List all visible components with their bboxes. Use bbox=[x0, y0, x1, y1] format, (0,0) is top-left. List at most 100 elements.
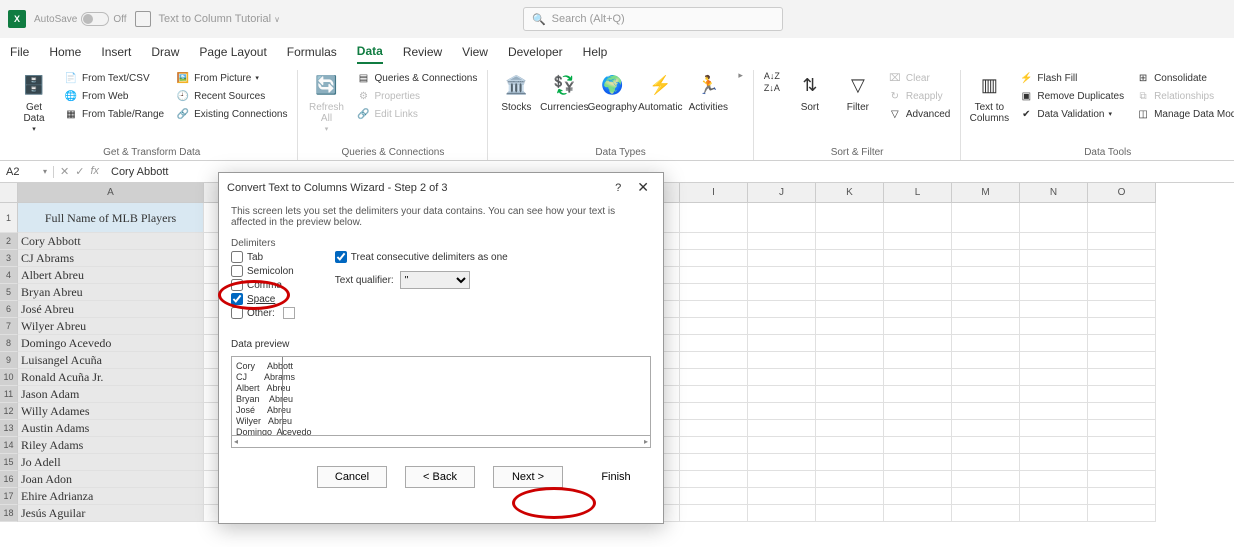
cell[interactable] bbox=[952, 335, 1020, 352]
cell[interactable] bbox=[1020, 284, 1088, 301]
cell[interactable] bbox=[816, 454, 884, 471]
cell[interactable] bbox=[680, 233, 748, 250]
cell[interactable] bbox=[884, 267, 952, 284]
cell[interactable] bbox=[1088, 437, 1156, 454]
cell[interactable] bbox=[1020, 420, 1088, 437]
cell[interactable] bbox=[952, 318, 1020, 335]
name-box[interactable]: A2▾ bbox=[0, 166, 54, 178]
cell[interactable]: Joan Adon bbox=[18, 471, 204, 488]
row-header[interactable]: 14 bbox=[0, 437, 18, 454]
cell[interactable] bbox=[952, 352, 1020, 369]
cell[interactable] bbox=[680, 403, 748, 420]
cell[interactable] bbox=[884, 352, 952, 369]
cell[interactable] bbox=[748, 471, 816, 488]
cell[interactable] bbox=[816, 488, 884, 505]
cell[interactable] bbox=[952, 488, 1020, 505]
sort-button[interactable]: ⇅Sort bbox=[788, 70, 832, 115]
fx-icon[interactable]: fx bbox=[90, 165, 99, 178]
cell[interactable] bbox=[680, 369, 748, 386]
consolidate-button[interactable]: ⊞Consolidate bbox=[1132, 70, 1234, 86]
cell[interactable] bbox=[952, 403, 1020, 420]
cell[interactable] bbox=[816, 386, 884, 403]
cell[interactable] bbox=[1020, 267, 1088, 284]
cell[interactable] bbox=[952, 267, 1020, 284]
cell[interactable] bbox=[952, 505, 1020, 522]
from-web-button[interactable]: 🌐From Web bbox=[60, 88, 168, 104]
data-validation-button[interactable]: ✔Data Validation▾ bbox=[1015, 106, 1128, 122]
cell[interactable] bbox=[952, 284, 1020, 301]
cell[interactable] bbox=[816, 318, 884, 335]
menu-review[interactable]: Review bbox=[403, 41, 442, 63]
from-table-button[interactable]: ▦From Table/Range bbox=[60, 106, 168, 122]
cell[interactable] bbox=[748, 403, 816, 420]
row-header[interactable]: 16 bbox=[0, 471, 18, 488]
cell[interactable] bbox=[1020, 352, 1088, 369]
row-header[interactable]: 2 bbox=[0, 233, 18, 250]
cell[interactable] bbox=[680, 471, 748, 488]
menu-developer[interactable]: Developer bbox=[508, 41, 563, 63]
header-cell[interactable]: Full Name of MLB Players bbox=[18, 203, 204, 233]
menu-page-layout[interactable]: Page Layout bbox=[199, 41, 266, 63]
cell[interactable] bbox=[1020, 437, 1088, 454]
cell[interactable] bbox=[748, 233, 816, 250]
cell[interactable]: Jesús Aguilar bbox=[18, 505, 204, 522]
cell[interactable] bbox=[884, 318, 952, 335]
cell[interactable] bbox=[816, 203, 884, 233]
cell[interactable] bbox=[1088, 301, 1156, 318]
sort-asc-button[interactable]: A↓Z bbox=[760, 70, 784, 82]
cell[interactable] bbox=[952, 301, 1020, 318]
menu-formulas[interactable]: Formulas bbox=[287, 41, 337, 63]
cell[interactable] bbox=[884, 284, 952, 301]
from-picture-button[interactable]: 🖼️From Picture▾ bbox=[172, 70, 291, 86]
menu-data[interactable]: Data bbox=[357, 40, 383, 64]
row-header[interactable]: 5 bbox=[0, 284, 18, 301]
cell[interactable] bbox=[1020, 203, 1088, 233]
row-header[interactable]: 6 bbox=[0, 301, 18, 318]
cell[interactable] bbox=[816, 437, 884, 454]
cell[interactable] bbox=[816, 403, 884, 420]
cell[interactable]: Ronald Acuña Jr. bbox=[18, 369, 204, 386]
cell[interactable] bbox=[1088, 505, 1156, 522]
row-header[interactable]: 1 bbox=[0, 203, 18, 233]
autosave-toggle[interactable] bbox=[81, 12, 109, 26]
row-header[interactable]: 15 bbox=[0, 454, 18, 471]
cell[interactable] bbox=[952, 203, 1020, 233]
cell[interactable] bbox=[748, 437, 816, 454]
cell[interactable] bbox=[884, 203, 952, 233]
sort-desc-button[interactable]: Z↓A bbox=[760, 82, 784, 94]
cell[interactable] bbox=[748, 318, 816, 335]
select-all-corner[interactable] bbox=[0, 183, 18, 203]
menu-insert[interactable]: Insert bbox=[101, 41, 131, 63]
cell[interactable]: Jason Adam bbox=[18, 386, 204, 403]
row-header[interactable]: 7 bbox=[0, 318, 18, 335]
cell[interactable] bbox=[884, 301, 952, 318]
row-header[interactable]: 12 bbox=[0, 403, 18, 420]
cell[interactable] bbox=[884, 505, 952, 522]
cell[interactable] bbox=[1088, 369, 1156, 386]
flash-fill-button[interactable]: ⚡Flash Fill bbox=[1015, 70, 1128, 86]
cell[interactable] bbox=[1088, 284, 1156, 301]
cell[interactable] bbox=[952, 437, 1020, 454]
col-header-J[interactable]: J bbox=[748, 183, 816, 203]
cell[interactable]: Cory Abbott bbox=[18, 233, 204, 250]
cell[interactable]: Albert Abreu bbox=[18, 267, 204, 284]
cell[interactable] bbox=[748, 386, 816, 403]
cell[interactable]: Riley Adams bbox=[18, 437, 204, 454]
cell[interactable] bbox=[680, 318, 748, 335]
cell[interactable] bbox=[1088, 471, 1156, 488]
cell[interactable] bbox=[1088, 454, 1156, 471]
row-header[interactable]: 8 bbox=[0, 335, 18, 352]
cancel-button[interactable]: Cancel bbox=[317, 466, 387, 488]
existing-connections-button[interactable]: 🔗Existing Connections bbox=[172, 106, 291, 122]
cell[interactable] bbox=[680, 267, 748, 284]
cell[interactable] bbox=[884, 488, 952, 505]
cell[interactable] bbox=[680, 301, 748, 318]
cell[interactable] bbox=[1020, 488, 1088, 505]
next-button[interactable]: Next > bbox=[493, 466, 563, 488]
refresh-all-button[interactable]: 🔄 Refresh All▾ bbox=[304, 70, 348, 136]
cell[interactable] bbox=[1088, 403, 1156, 420]
cell[interactable] bbox=[952, 471, 1020, 488]
cell[interactable] bbox=[816, 284, 884, 301]
cell[interactable] bbox=[952, 369, 1020, 386]
cell[interactable]: Bryan Abreu bbox=[18, 284, 204, 301]
